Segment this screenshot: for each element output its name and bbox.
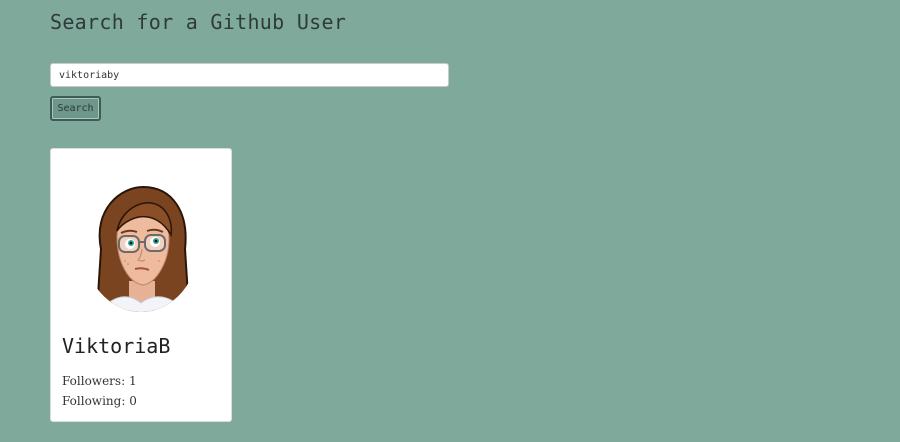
followers-count: 1: [128, 374, 137, 388]
user-card: ViktoriaB Followers: 1 Following: 0: [50, 148, 232, 422]
page-title: Search for a Github User: [50, 10, 347, 34]
following-label: Following:: [62, 394, 126, 408]
search-button[interactable]: Search: [50, 96, 101, 121]
following-count: 0: [129, 394, 137, 408]
followers-label: Followers:: [62, 374, 126, 388]
user-name: ViktoriaB: [62, 334, 171, 358]
followers-stat: Followers: 1: [62, 374, 137, 388]
following-stat: Following: 0: [62, 394, 137, 408]
search-input[interactable]: [50, 63, 449, 87]
page: Search for a Github User Search: [0, 0, 900, 442]
avatar: [95, 185, 191, 312]
